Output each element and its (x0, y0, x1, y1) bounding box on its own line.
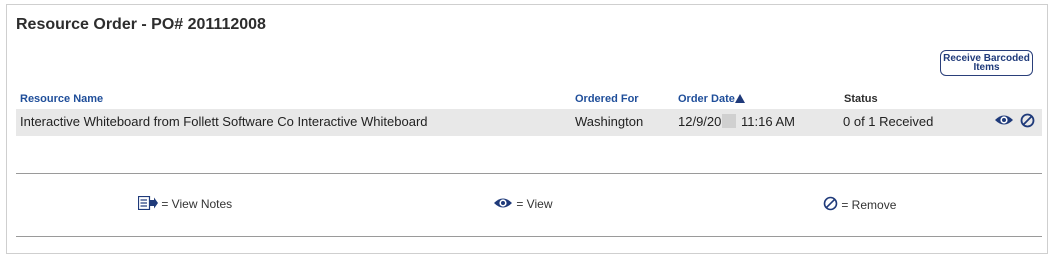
eye-icon (494, 198, 512, 208)
legend-view-notes: = View Notes (137, 195, 233, 211)
sort-ascending-icon (734, 94, 745, 103)
receive-button-label-line2: Items (973, 62, 1000, 73)
column-header-resource-name[interactable]: Resource Name (20, 93, 103, 105)
legend-view: = View (493, 196, 552, 211)
column-header-order-date[interactable]: Order Date (678, 93, 745, 105)
notes-arrow-icon (137, 195, 158, 211)
legend-remove-label: = Remove (841, 198, 897, 212)
legend-remove: = Remove (823, 196, 896, 212)
eye-icon[interactable] (994, 113, 1014, 127)
legend-view-notes-label: = View Notes (161, 197, 233, 211)
legend-view-label: = View (516, 197, 553, 211)
page-title: Resource Order - PO# 201112008 (16, 16, 266, 33)
column-header-ordered-for[interactable]: Ordered For (575, 93, 639, 105)
remove-circle-icon (823, 196, 838, 211)
cell-status: 0 of 1 Received (843, 114, 934, 129)
order-time-value: 11:16 AM (741, 114, 795, 129)
cell-resource-name: Interactive Whiteboard from Follett Soft… (20, 114, 428, 129)
cell-ordered-for: Washington (575, 114, 644, 129)
column-header-status: Status (844, 93, 878, 105)
cell-order-date: 12/9/20 11:16 AM (678, 114, 795, 129)
remove-circle-icon[interactable] (1020, 113, 1035, 128)
divider-bottom (16, 236, 1042, 237)
order-date-value: 12/9/20 (678, 114, 722, 129)
redacted-block (722, 114, 737, 128)
divider-top (16, 173, 1042, 174)
receive-barcoded-items-button[interactable]: Receive Barcoded Items (940, 50, 1033, 76)
order-date-header-label: Order Date (678, 93, 735, 105)
